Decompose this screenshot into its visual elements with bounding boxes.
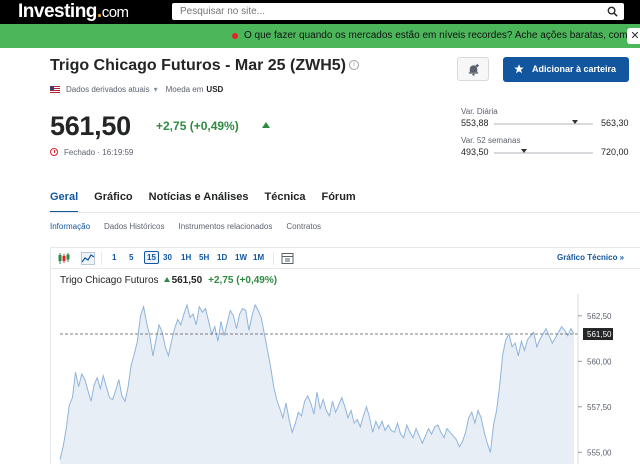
area-chart-icon[interactable] (81, 252, 95, 265)
create-alert-button[interactable] (457, 57, 489, 81)
clock-icon (50, 148, 58, 156)
close-icon[interactable]: ✕ (627, 28, 640, 44)
search-box[interactable] (172, 3, 624, 20)
tab-forum[interactable]: Fórum (321, 191, 355, 211)
toolbar-separator (101, 252, 102, 265)
add-to-portfolio-button[interactable]: Adicionar à carteira (503, 57, 629, 82)
toolbar-separator (273, 252, 274, 265)
chart-legend: Trigo Chicago Futuros 561,50 +2,75 (+0,49%… (60, 275, 277, 286)
timeframe-30[interactable]: 30 (163, 253, 172, 262)
week52-range-bar (494, 149, 593, 154)
tabs-divider (50, 212, 640, 213)
timeframe-1m[interactable]: 1M (253, 253, 264, 262)
page-title: Trigo Chicago Futuros - Mar 25 (ZWH5) (50, 57, 347, 74)
currency-value: USD (206, 85, 224, 94)
timeframe-5[interactable]: 5 (129, 253, 133, 262)
subtab-dados-historicos[interactable]: Dados Históricos (104, 222, 164, 231)
y-tick-label: 562,50 (587, 312, 612, 321)
calendar-icon[interactable] (281, 252, 295, 265)
y-tick-label: 560,00 (587, 357, 612, 366)
daily-range-marker (572, 120, 579, 124)
subtab-informacao[interactable]: Informação (50, 222, 90, 231)
tab-geral[interactable]: Geral (50, 191, 79, 213)
price-change: +2,75 (+0,49%) (156, 119, 239, 133)
timeframe-1[interactable]: 1 (112, 253, 116, 262)
bell-plus-icon (468, 63, 479, 76)
daily-range-low: 553,88 (461, 118, 489, 128)
tab-grafico[interactable]: Gráfico (94, 191, 133, 211)
tab-noticias[interactable]: Notícias e Análises (149, 191, 249, 211)
legend-price: 561,50 (171, 275, 203, 286)
week52-range-low: 493,50 (461, 147, 489, 157)
daily-range-label: Var. Diária (461, 107, 498, 116)
legend-name: Trigo Chicago Futuros (60, 275, 159, 286)
week52-range-marker (520, 149, 527, 153)
sub-tabs: Informação Dados Históricos Instrumentos r… (50, 222, 335, 231)
daily-range-bar (494, 120, 593, 125)
us-flag-icon (50, 86, 60, 93)
top-bar: Investing.com (0, 0, 640, 24)
subtab-instrumentos[interactable]: Instrumentos relacionados (179, 222, 273, 231)
last-price: 561,50 (50, 111, 131, 141)
chevron-down-icon[interactable]: ▾ (154, 85, 158, 94)
price-chart[interactable]: 562,50 560,00 557,50 555,00 561,50 (51, 294, 640, 464)
last-price-label: 561,50 (587, 330, 612, 339)
market-status: Fechado · 16:19:59 (50, 148, 133, 157)
timeframe-1h[interactable]: 1H (181, 253, 191, 262)
week52-range-high: 720,00 (601, 147, 629, 157)
alert-dot-icon (232, 33, 238, 39)
currency-label: Moeda em (165, 85, 204, 94)
daily-range-high: 563,30 (601, 118, 629, 128)
investing-logo[interactable]: Investing.com (18, 1, 129, 23)
tab-tecnica[interactable]: Técnica (265, 191, 306, 211)
y-tick-label: 557,50 (587, 403, 612, 412)
info-icon[interactable]: i (349, 60, 359, 70)
derived-data-label[interactable]: Dados derivados atuais (66, 85, 150, 94)
main-tabs: Geral Gráfico Notícias e Análises Técnica Fó… (50, 187, 372, 213)
arrow-up-icon (262, 122, 270, 128)
promo-banner[interactable]: O que fazer quando os mercados estão em … (0, 24, 640, 48)
banner-text[interactable]: O que fazer quando os mercados estão em … (244, 30, 640, 41)
timeframe-1w[interactable]: 1W (235, 253, 247, 262)
star-icon (514, 64, 524, 74)
chart-toolbar: 1 5 15 30 1H 5H 1D 1W 1M Gráfico Técnico… (51, 248, 640, 269)
legend-change: +2,75 (+0,49%) (208, 275, 278, 286)
y-tick-label: 555,00 (587, 448, 612, 457)
instrument-meta: Dados derivados atuais ▾ Moeda em USD (50, 85, 223, 94)
candlestick-icon[interactable] (57, 252, 71, 265)
technical-chart-link[interactable]: Gráfico Técnico » (557, 253, 624, 262)
arrow-up-icon (163, 277, 170, 282)
timeframe-5h[interactable]: 5H (199, 253, 209, 262)
subtab-contratos[interactable]: Contratos (286, 222, 321, 231)
week52-range-label: Var. 52 semanas (461, 136, 521, 145)
search-input[interactable] (180, 4, 600, 19)
price-area (60, 304, 574, 464)
search-icon[interactable] (607, 6, 618, 17)
timeframe-15[interactable]: 15 (144, 251, 159, 264)
chart-panel: 1 5 15 30 1H 5H 1D 1W 1M Gráfico Técnico… (50, 247, 640, 464)
timeframe-1d[interactable]: 1D (217, 253, 227, 262)
